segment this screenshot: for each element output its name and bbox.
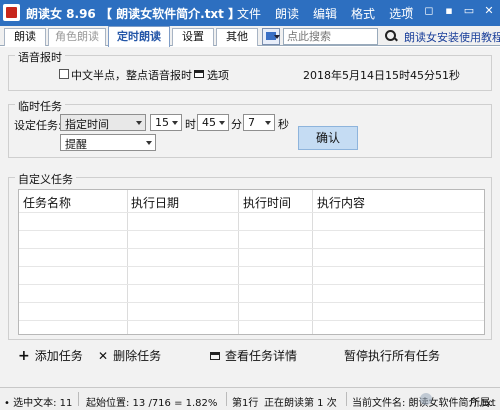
table-row <box>19 284 484 285</box>
tab-timed-read[interactable]: 定时朗读 <box>108 26 170 47</box>
task-action-select[interactable]: 提醒 <box>60 134 156 151</box>
window-title: 朗读女 8.96 【 朗读女软件简介.txt 】 <box>26 7 241 21</box>
close-icon[interactable]: ✕ <box>482 3 496 19</box>
watermark-logo <box>416 388 496 410</box>
status-position: 起始位置: 13 /716 = 1.82% <box>86 398 218 409</box>
current-datetime: 2018年5月14日15时45分51秒 <box>303 69 460 82</box>
plus-icon: + <box>18 347 30 364</box>
search-box <box>283 28 378 45</box>
tab-other[interactable]: 其他 <box>216 28 258 46</box>
table-header: 任务名称 执行日期 执行时间 执行内容 <box>19 190 484 212</box>
column-task-name[interactable]: 任务名称 <box>23 194 71 211</box>
app-logo-icon <box>3 4 20 21</box>
menu-file[interactable]: 文件 <box>230 5 268 22</box>
chevron-down-icon <box>219 121 225 125</box>
status-divider <box>346 392 347 406</box>
tab-role-read[interactable]: 角色朗读 <box>48 28 106 46</box>
options-label[interactable]: 选项 <box>207 67 229 83</box>
minute-unit: 分 <box>231 118 242 131</box>
voice-report-group: 语音报时 中文半点，整点语音报时 选项 2018年5月14日15时45分51秒 <box>8 49 492 91</box>
table-row <box>19 302 484 303</box>
help-link[interactable]: 朗读女安装使用教程 <box>404 29 500 45</box>
chevron-down-icon <box>146 141 152 145</box>
custom-task-title: 自定义任务 <box>15 171 76 187</box>
toolbar-dropdown-icon[interactable] <box>262 28 280 45</box>
half-hour-label: 中文半点，整点语音报时 <box>71 69 192 82</box>
table-row <box>19 230 484 231</box>
maximize-icon[interactable]: ▭ <box>462 3 476 19</box>
set-task-label: 设定任务: <box>14 119 62 132</box>
minute-select[interactable]: 45 <box>197 114 229 131</box>
window-controls: ☼ ◻ ▪ ▭ ✕ <box>402 3 496 19</box>
menu-bar: 文件 朗读 编辑 格式 选项 <box>230 5 420 22</box>
menu-read[interactable]: 朗读 <box>268 5 306 22</box>
chevron-down-icon <box>172 121 178 125</box>
table-row <box>19 320 484 321</box>
status-reading: 正在朗读第 1 次 <box>264 398 337 409</box>
tab-read[interactable]: 朗读 <box>4 28 46 46</box>
window-icon <box>210 351 220 360</box>
status-selected-text: • 选中文本: 11 <box>4 398 73 409</box>
second-unit: 秒 <box>278 118 289 131</box>
add-task-button[interactable]: + 添加任务 <box>18 347 83 364</box>
table-row <box>19 248 484 249</box>
temp-task-title: 临时任务 <box>15 98 65 114</box>
search-input[interactable] <box>284 29 377 44</box>
delete-icon: ✕ <box>98 348 109 363</box>
half-hour-checkbox[interactable] <box>59 69 69 79</box>
hour-unit: 时 <box>185 118 196 131</box>
tab-bar: 朗读 角色朗读 定时朗读 设置 其他 朗读女安装使用教程 <box>0 26 500 47</box>
column-exec-content[interactable]: 执行内容 <box>317 194 365 211</box>
hour-select[interactable]: 15 <box>150 114 182 131</box>
status-divider <box>78 392 79 406</box>
status-line: 第1行 <box>232 398 259 409</box>
column-exec-date[interactable]: 执行日期 <box>131 194 179 211</box>
restore-icon[interactable]: ◻ <box>422 3 436 19</box>
timed-read-panel: 语音报时 中文半点，整点语音报时 选项 2018年5月14日15时45分51秒 … <box>0 47 500 387</box>
skin-icon[interactable]: ☼ <box>402 3 416 19</box>
confirm-button[interactable]: 确认 <box>298 126 358 150</box>
pause-all-tasks-button[interactable]: 暂停执行所有任务 <box>344 347 440 364</box>
minimize-icon[interactable]: ▪ <box>442 3 456 19</box>
status-bar: • 选中文本: 11 起始位置: 13 /716 = 1.82% 第1行 正在朗… <box>0 387 500 410</box>
task-mode-select[interactable]: 指定时间 <box>60 114 146 131</box>
menu-edit[interactable]: 编辑 <box>306 5 344 22</box>
table-row <box>19 212 484 213</box>
column-exec-time[interactable]: 执行时间 <box>243 194 291 211</box>
custom-task-table[interactable]: 任务名称 执行日期 执行时间 执行内容 <box>18 189 485 335</box>
options-icon[interactable] <box>194 70 204 78</box>
voice-report-title: 语音报时 <box>15 49 65 65</box>
tab-settings[interactable]: 设置 <box>172 28 214 46</box>
menu-format[interactable]: 格式 <box>344 5 382 22</box>
second-select[interactable]: 7 <box>243 114 275 131</box>
chevron-down-icon <box>136 121 142 125</box>
delete-task-button[interactable]: ✕ 删除任务 <box>98 347 161 364</box>
status-divider <box>226 392 227 406</box>
view-task-details-button[interactable]: 查看任务详情 <box>210 347 297 364</box>
title-bar: 朗读女 8.96 【 朗读女软件简介.txt 】 文件 朗读 编辑 格式 选项 … <box>0 0 500 26</box>
table-row <box>19 266 484 267</box>
search-icon[interactable] <box>383 28 399 44</box>
chevron-down-icon <box>265 121 271 125</box>
